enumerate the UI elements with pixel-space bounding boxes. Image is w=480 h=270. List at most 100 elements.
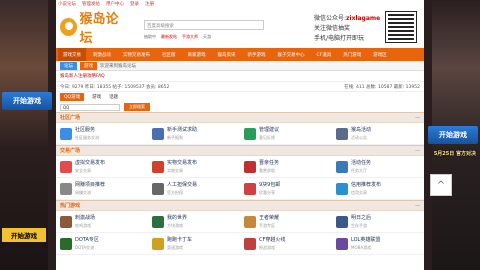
- right-ad-label[interactable]: 开始游戏: [428, 126, 478, 144]
- register-link[interactable]: 注册: [145, 1, 154, 7]
- forum-item[interactable]: 网赚项目推荐 网赚交流: [56, 178, 148, 199]
- collapse-icon[interactable]: —: [415, 148, 420, 154]
- forum-icon: [244, 215, 256, 228]
- forum-name[interactable]: 王者荣耀: [259, 215, 279, 222]
- forum-name[interactable]: 我的世界: [167, 215, 187, 222]
- wechat-promo: 微信公众号:zixlagame 关注微信抽奖 手机/电脑打开即玩: [314, 14, 380, 44]
- forum-name[interactable]: 管理建议: [259, 127, 279, 134]
- hot-link[interactable]: 天游: [203, 34, 211, 40]
- tab-topic[interactable]: 话题: [109, 94, 118, 100]
- forum-item[interactable]: 虚拟交易发布 安全交易: [56, 156, 148, 177]
- forum-item[interactable]: 明日之后 生存手游: [332, 211, 424, 232]
- tab-game[interactable]: 游戏: [92, 94, 101, 100]
- main-nav: 游戏交易 刺激战场 实物交易发布 社区版 商家游戏 猴岛资讯 新手游戏 猴子交易中心 CF道具热…: [56, 48, 424, 61]
- forum-item[interactable]: DOTA专区 DOTA交流: [56, 233, 148, 254]
- hot-link[interactable]: 手游大师: [182, 34, 198, 40]
- toplink[interactable]: 管理发帖: [82, 1, 100, 7]
- forum-desc: 新手报到: [167, 134, 183, 140]
- forum-name[interactable]: 刺激战场: [75, 215, 95, 222]
- forum-item[interactable]: 活动任务 任务大厅: [332, 156, 424, 177]
- sub-tag[interactable]: 论坛: [60, 61, 77, 70]
- forum-item[interactable]: 实物交易发布 实物交易: [148, 156, 240, 177]
- forum-name[interactable]: CF穿越火线: [259, 237, 285, 244]
- forum-name[interactable]: 9块9包邮: [259, 182, 280, 189]
- mobile-text: 手机/电脑打开即玩: [314, 35, 365, 42]
- sub-tag[interactable]: 游戏: [80, 61, 97, 70]
- forum-item[interactable]: 晋亲任务 悬赏求助: [240, 156, 332, 177]
- login-link[interactable]: 登录: [130, 1, 139, 7]
- forum-icon: [152, 215, 164, 228]
- forum-icon: [60, 215, 72, 228]
- stats-right: 在线: 411 总数: 10587 最新: 13952: [344, 84, 420, 90]
- search-input[interactable]: QQ: [60, 103, 120, 111]
- forum-name[interactable]: 社区服务: [75, 127, 99, 134]
- forum-item[interactable]: 我的世界 方块游戏: [148, 211, 240, 232]
- forum-desc: 手游专区: [259, 222, 275, 228]
- wechat-id: zixlagame: [346, 15, 381, 22]
- header-search-input[interactable]: 百度高级搜索: [144, 20, 264, 30]
- nav-item[interactable]: 游戏区: [368, 48, 392, 61]
- forum-name[interactable]: 信用推荐发布: [351, 182, 381, 189]
- forum-name[interactable]: DOTA专区: [75, 237, 99, 244]
- nav-item[interactable]: 猴岛资讯: [213, 48, 241, 61]
- forum-desc: 官方担保: [167, 189, 183, 195]
- forum-icon: [336, 237, 348, 250]
- forum-name[interactable]: 活动任务: [351, 160, 371, 167]
- forum-item[interactable]: LOL英雄联盟 MOBA游戏: [332, 233, 424, 254]
- forum-item[interactable]: 新手测试求助 新手报到: [148, 123, 240, 144]
- forum-item[interactable]: 社区服务 社区服务交流: [56, 123, 148, 144]
- hot-link[interactable]: 最新发帖: [161, 34, 177, 40]
- forum-name[interactable]: 明日之后: [351, 215, 371, 222]
- forum-item[interactable]: 9块9包邮 优惠分享: [240, 178, 332, 199]
- forum-item[interactable]: 王者荣耀 手游专区: [240, 211, 332, 232]
- forum-row: 网赚项目推荐 网赚交流 人工担保交易 官方担保 9块9包邮 优惠分享 信用推荐发布 信用交易: [56, 178, 424, 200]
- search-button[interactable]: 立即搜索: [124, 103, 150, 111]
- forum-desc: DOTA交流: [75, 244, 95, 250]
- nav-item[interactable]: 热门游戏: [338, 48, 366, 61]
- site-logo[interactable]: 猴岛论坛: [60, 12, 130, 46]
- nav-item[interactable]: 商家游戏: [183, 48, 211, 61]
- forum-name[interactable]: 晋亲任务: [259, 160, 279, 167]
- toplink[interactable]: 小说论坛: [58, 1, 76, 7]
- toplink[interactable]: 用户中心: [106, 1, 124, 7]
- nav-item[interactable]: 刺激战场: [88, 48, 116, 61]
- sub-bar: 论坛 游戏 欢迎来到猴岛论坛: [56, 61, 424, 71]
- forum-name[interactable]: 新手测试求助: [167, 127, 197, 134]
- forum-desc: 社区服务交流: [75, 134, 99, 140]
- forum-row: 虚拟交易发布 安全交易 实物交易发布 实物交易 晋亲任务 悬赏求助 活动任务 任务大厅: [56, 156, 424, 178]
- tab-qq[interactable]: QQ游戏: [60, 93, 85, 101]
- forum-item[interactable]: 跑跑卡丁车 竞速游戏: [148, 233, 240, 254]
- collapse-icon[interactable]: —: [415, 203, 420, 209]
- nav-item[interactable]: CF道具: [312, 48, 337, 61]
- forum-item[interactable]: 信用推荐发布 信用交易: [332, 178, 424, 199]
- qr-code-icon: [385, 11, 417, 43]
- faq-link[interactable]: 猴岛新人注册攻略FAQ: [56, 71, 424, 82]
- hot-link[interactable]: 抽取中: [144, 34, 156, 40]
- left-ad-label[interactable]: 开始游戏: [2, 92, 52, 110]
- right-ad-date: 5月25日 官方对决: [433, 151, 476, 157]
- nav-item[interactable]: 猴子交易中心: [273, 48, 310, 61]
- forum-name[interactable]: 猴岛活动: [351, 127, 371, 134]
- collapse-icon[interactable]: —: [415, 115, 420, 121]
- nav-item[interactable]: 游戏交易: [58, 48, 86, 61]
- forum-item[interactable]: 刺激战场 吃鸡游戏: [56, 211, 148, 232]
- forum-item[interactable]: 猴岛活动 活动公告: [332, 123, 424, 144]
- left-ad-badge[interactable]: 开始游戏: [2, 228, 46, 242]
- forum-desc: 信用交易: [351, 189, 367, 195]
- forum-name[interactable]: 网赚项目推荐: [75, 182, 105, 189]
- forum-desc: 方块游戏: [167, 222, 183, 228]
- forum-name[interactable]: 跑跑卡丁车: [167, 237, 192, 244]
- forum-item[interactable]: 人工担保交易 官方担保: [148, 178, 240, 199]
- forum-name[interactable]: 人工担保交易: [167, 182, 197, 189]
- forum-item[interactable]: 管理建议 意见反馈: [240, 123, 332, 144]
- forum-name[interactable]: 实物交易发布: [167, 160, 197, 167]
- nav-item[interactable]: 社区版: [157, 48, 181, 61]
- forum-item[interactable]: CF穿越火线 枪战游戏: [240, 233, 332, 254]
- forum-name[interactable]: LOL英雄联盟: [351, 237, 380, 244]
- forum-icon: [244, 182, 256, 195]
- scroll-top-button[interactable]: ^: [430, 174, 452, 196]
- forum-name[interactable]: 虚拟交易发布: [75, 160, 105, 167]
- nav-item[interactable]: 实物交易发布: [118, 48, 155, 61]
- nav-item[interactable]: 新手游戏: [243, 48, 271, 61]
- forum-icon: [152, 127, 164, 140]
